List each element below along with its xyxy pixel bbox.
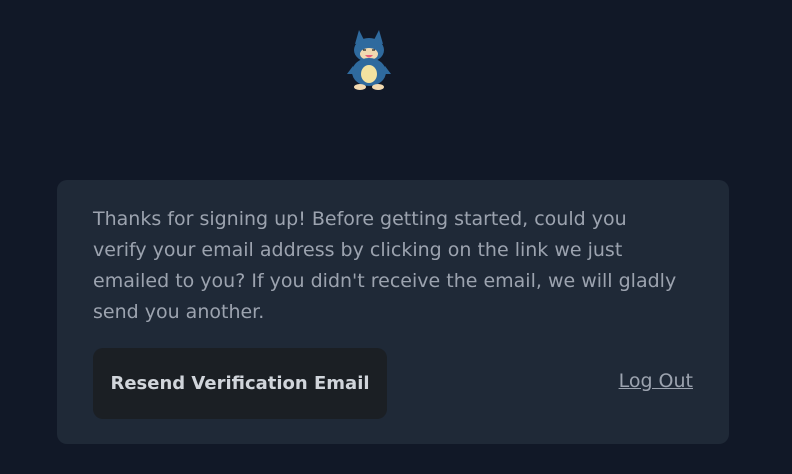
resend-verification-button[interactable]: Resend Verification Email xyxy=(93,348,387,419)
verification-card: Thanks for signing up! Before getting st… xyxy=(57,180,729,444)
logout-link[interactable]: Log Out xyxy=(619,370,693,392)
munchlax-mascot-icon xyxy=(347,30,391,90)
verification-message: Thanks for signing up! Before getting st… xyxy=(93,208,677,323)
app-logo[interactable] xyxy=(345,28,393,92)
verify-email-page: Thanks for signing up! Before getting st… xyxy=(0,0,792,474)
